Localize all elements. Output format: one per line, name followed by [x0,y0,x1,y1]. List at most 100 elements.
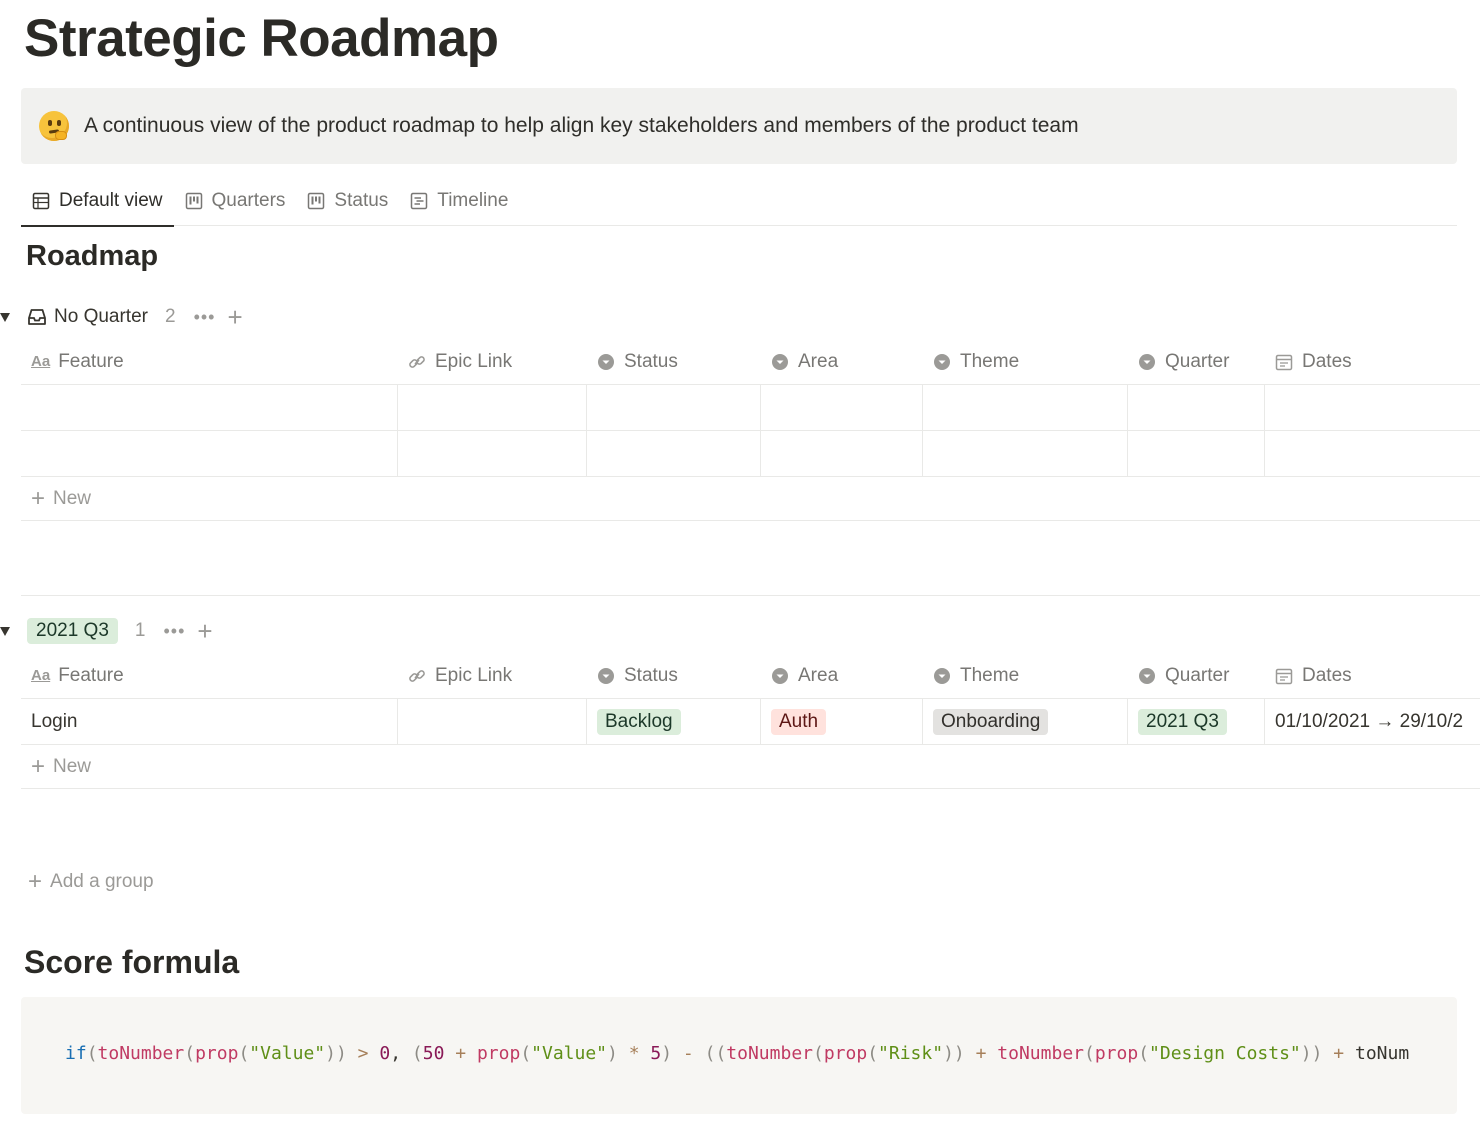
group-header-2021-q3: 2021 Q3 1 ••• + [0,616,213,646]
new-row-button[interactable]: + New [21,745,1480,789]
cell-feature[interactable]: Login [21,699,398,744]
group-count: 1 [134,620,146,641]
table-row[interactable] [21,385,1480,431]
more-options-icon[interactable]: ••• [163,621,185,642]
column-header-quarter[interactable]: Quarter [1128,653,1265,698]
cell-area[interactable] [761,385,923,430]
cell-feature[interactable] [21,431,398,476]
tab-status[interactable]: Status [296,176,399,226]
column-header-area[interactable]: Area [761,339,923,384]
tab-label: Quarters [211,190,286,211]
view-tabs: Default view Quarters Status Timeline [21,176,1457,227]
database-title[interactable]: Roadmap [26,240,158,273]
cell-area[interactable] [761,431,923,476]
collapse-caret-icon[interactable] [0,312,10,322]
column-header-quarter[interactable]: Quarter [1128,339,1265,384]
table-header: Aa Feature Epic Link Status Area Theme Qu… [21,653,1480,699]
status-tag: Backlog [597,708,681,735]
roadmap-table-2021-q3: Aa Feature Epic Link Status Area Theme Qu… [21,653,1480,789]
calendar-icon [1275,353,1293,371]
more-options-icon[interactable]: ••• [194,307,216,328]
cell-quarter[interactable] [1128,431,1265,476]
cell-quarter[interactable] [1128,385,1265,430]
relation-icon [408,353,426,371]
tab-label: Status [334,190,389,211]
cell-dates[interactable]: 01/10/2021 → 29/10/2 [1265,699,1480,744]
tab-label: Default view [59,190,163,211]
group-name[interactable]: No Quarter [54,306,148,328]
callout-text[interactable]: A continuous view of the product roadmap… [84,114,1079,138]
group-divider [21,595,1480,596]
column-header-dates[interactable]: Dates [1265,339,1480,384]
collapse-caret-icon[interactable] [0,626,10,636]
column-header-status[interactable]: Status [587,653,761,698]
code-block[interactable]: if(toNumber(prop("Value")) > 0, (50 + pr… [21,997,1457,1114]
select-icon [771,667,789,685]
cell-status[interactable] [587,431,761,476]
formula-code: if(toNumber(prop("Value")) > 0, (50 + pr… [65,1043,1410,1064]
add-group-button[interactable]: + Add a group [28,868,154,896]
cell-status[interactable] [587,385,761,430]
group-name[interactable]: 2021 Q3 [27,618,118,644]
cell-epic-link[interactable] [398,431,587,476]
cell-status[interactable]: Backlog [587,699,761,744]
cell-dates[interactable] [1265,431,1480,476]
relation-icon [408,667,426,685]
table-header: Aa Feature Epic Link Status Area Theme Qu… [21,339,1480,385]
tab-quarters[interactable]: Quarters [174,176,297,226]
theme-tag: Onboarding [933,708,1049,735]
title-aa-icon: Aa [31,667,51,684]
add-row-icon[interactable]: + [197,618,212,644]
cell-epic-link[interactable] [398,699,587,744]
calendar-icon [1275,667,1293,685]
column-header-status[interactable]: Status [587,339,761,384]
table-icon [32,192,50,210]
add-row-icon[interactable]: + [227,304,242,330]
select-icon [1138,667,1156,685]
plus-icon: + [31,752,46,780]
score-formula-heading[interactable]: Score formula [24,944,239,981]
column-header-dates[interactable]: Dates [1265,653,1480,698]
add-group-label: Add a group [50,871,154,892]
timeline-icon [410,192,428,210]
callout: A continuous view of the product roadmap… [21,88,1457,164]
inbox-icon [28,309,46,325]
quarter-tag: 2021 Q3 [1138,708,1227,735]
cell-area[interactable]: Auth [761,699,923,744]
thinking-face-icon[interactable] [39,111,69,141]
cell-feature[interactable] [21,385,398,430]
column-header-area[interactable]: Area [761,653,923,698]
tab-label: Timeline [437,190,509,211]
table-row[interactable]: Login Backlog Auth Onboarding 2021 Q3 01… [21,699,1480,745]
select-icon [597,353,615,371]
column-header-theme[interactable]: Theme [923,653,1128,698]
column-header-feature[interactable]: Aa Feature [21,653,398,698]
column-header-feature[interactable]: Aa Feature [21,339,398,384]
select-icon [1138,353,1156,371]
cell-theme[interactable] [923,431,1128,476]
board-icon [185,192,203,210]
cell-theme[interactable]: Onboarding [923,699,1128,744]
plus-icon: + [28,868,43,895]
cell-theme[interactable] [923,385,1128,430]
select-icon [597,667,615,685]
roadmap-table-no-quarter: Aa Feature Epic Link Status Area Theme Qu… [21,339,1480,521]
select-icon [933,667,951,685]
title-aa-icon: Aa [31,353,51,370]
column-header-epic-link[interactable]: Epic Link [398,339,587,384]
tab-timeline[interactable]: Timeline [399,176,519,226]
select-icon [933,353,951,371]
cell-epic-link[interactable] [398,385,587,430]
group-count: 2 [164,306,176,327]
tab-default-view[interactable]: Default view [21,176,174,227]
board-icon [307,192,325,210]
page-title[interactable]: Strategic Roadmap [24,8,499,69]
table-row[interactable] [21,431,1480,477]
cell-quarter[interactable]: 2021 Q3 [1128,699,1265,744]
new-row-label: New [53,487,92,509]
plus-icon: + [31,484,46,512]
column-header-theme[interactable]: Theme [923,339,1128,384]
column-header-epic-link[interactable]: Epic Link [398,653,587,698]
new-row-button[interactable]: + New [21,477,1480,521]
cell-dates[interactable] [1265,385,1480,430]
